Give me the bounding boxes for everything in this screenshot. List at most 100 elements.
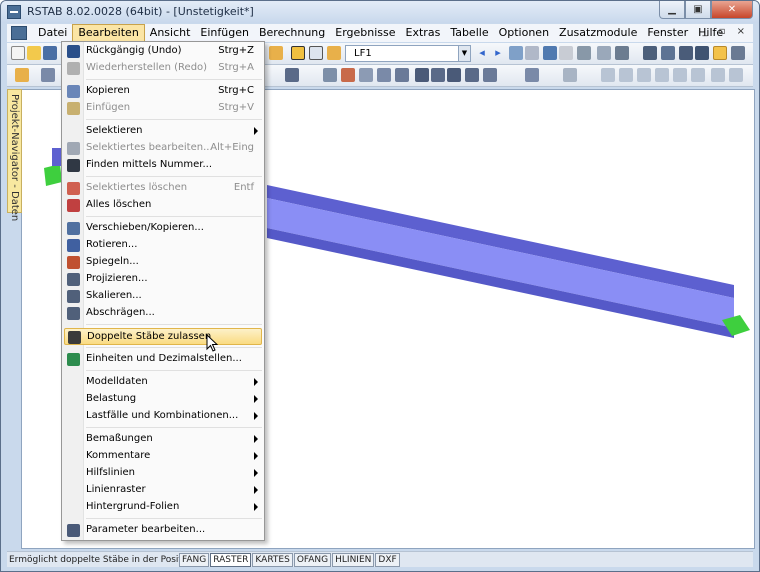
next-icon[interactable]: ▸ — [491, 46, 505, 60]
menu-item-kopieren[interactable]: Kopieren Strg+C — [64, 83, 262, 100]
load-icon-2[interactable] — [341, 68, 355, 82]
menu-berechnung[interactable]: Berechnung — [254, 24, 330, 42]
status-fang-button[interactable]: FANG — [179, 552, 210, 567]
result-vz-icon[interactable] — [637, 68, 651, 82]
prev-icon[interactable]: ◂ — [475, 46, 489, 60]
load-icon-1[interactable] — [323, 68, 337, 82]
toolbar-icon-a[interactable] — [269, 46, 283, 60]
menu-ansicht[interactable]: Ansicht — [145, 24, 196, 42]
menu-item-label: Rotieren... — [86, 239, 138, 250]
new-icon[interactable] — [11, 46, 25, 60]
open-icon[interactable] — [27, 46, 41, 60]
menu-item-linienraster[interactable]: Linienraster — [64, 482, 262, 499]
select-icon[interactable] — [15, 68, 29, 82]
menu-item-doppelte-stäbe-zulassen[interactable]: Doppelte Stäbe zulassen — [64, 328, 262, 345]
iso-icon[interactable] — [615, 46, 629, 60]
result-vy-icon[interactable] — [619, 68, 633, 82]
rstab-app-icon[interactable] — [7, 5, 21, 19]
load-icon-3[interactable] — [359, 68, 373, 82]
menu-item-finden-mittels-nummer[interactable]: Finden mittels Nummer... — [64, 157, 262, 174]
menu-datei[interactable]: Datei — [33, 24, 72, 42]
menu-extras[interactable]: Extras — [401, 24, 446, 42]
menu-item-rückgängig-undo[interactable]: Rückgängig (Undo) Strg+Z — [64, 43, 262, 60]
menu-fenster[interactable]: Fenster — [642, 24, 693, 42]
toolbar-icon-c[interactable] — [309, 46, 323, 60]
pan-icon[interactable] — [695, 46, 709, 60]
menu-item-parameter-bearbeiten[interactable]: Parameter bearbeiten... — [64, 522, 262, 539]
menu-item-projizieren[interactable]: Projizieren... — [64, 271, 262, 288]
support-left-icon[interactable] — [44, 164, 62, 186]
view-icon[interactable] — [543, 46, 557, 60]
toolbar-icon-b[interactable] — [291, 46, 305, 60]
display-icon[interactable] — [731, 46, 745, 60]
document-icon[interactable] — [11, 26, 27, 40]
menu-item-hintergrund-folien[interactable]: Hintergrund-Folien — [64, 499, 262, 516]
status-ofang-button[interactable]: OFANG — [293, 552, 332, 567]
menu-item-bemaßungen[interactable]: Bemaßungen — [64, 431, 262, 448]
support-icon[interactable] — [285, 68, 299, 82]
toolbar-icon-d[interactable] — [327, 46, 341, 60]
node-icon[interactable] — [41, 68, 55, 82]
menu-item-modelldaten[interactable]: Modelldaten — [64, 374, 262, 391]
menu-bearbeiten[interactable]: Bearbeiten — [72, 24, 145, 42]
ruler-icon[interactable] — [563, 68, 577, 82]
minimize-icon[interactable]: ▁ — [659, 1, 685, 19]
table-icon[interactable] — [577, 46, 591, 60]
status-kartes-button[interactable]: KARTES — [252, 552, 293, 567]
menu-item-skalieren[interactable]: Skalieren... — [64, 288, 262, 305]
menu-item-verschieben-kopieren[interactable]: Verschieben/Kopieren... — [64, 220, 262, 237]
chevron-down-icon[interactable]: ▼ — [458, 46, 470, 61]
member-icon[interactable] — [525, 46, 539, 60]
rotate-view-icon[interactable] — [679, 46, 693, 60]
xyz-icon[interactable] — [597, 46, 611, 60]
mdi-controls[interactable]: _ ▫ × — [702, 26, 749, 37]
moment-icon-y[interactable] — [483, 68, 497, 82]
moment-icon-x[interactable] — [465, 68, 479, 82]
menu-einfuegen[interactable]: Einfügen — [195, 24, 254, 42]
grid-icon[interactable] — [559, 46, 573, 60]
menu-item-einheiten-und-dezimalstellen[interactable]: Einheiten und Dezimalstellen... — [64, 351, 262, 368]
render-icon[interactable] — [643, 46, 657, 60]
status-dxf-button[interactable]: DXF — [375, 552, 400, 567]
menu-zusatzmodule[interactable]: Zusatzmodule — [554, 24, 642, 42]
force-icon-y[interactable] — [431, 68, 445, 82]
status-raster-button[interactable]: RASTER — [210, 552, 252, 567]
result-mt-icon[interactable] — [655, 68, 669, 82]
menu-item-spiegeln[interactable]: Spiegeln... — [64, 254, 262, 271]
menu-item-label: Spiegeln... — [86, 256, 139, 267]
zoom-icon[interactable] — [661, 46, 675, 60]
bearbeiten-menu: Rückgängig (Undo) Strg+Z Wiederherstellen … — [61, 41, 265, 541]
menu-item-alles-löschen[interactable]: Alles löschen — [64, 197, 262, 214]
result-n-icon[interactable] — [601, 68, 615, 82]
menu-optionen[interactable]: Optionen — [494, 24, 554, 42]
results-icon[interactable] — [509, 46, 523, 60]
load-icon-5[interactable] — [395, 68, 409, 82]
menu-item-belastung[interactable]: Belastung — [64, 391, 262, 408]
result-py-icon[interactable] — [729, 68, 743, 82]
status-hlinien-button[interactable]: HLINIEN — [332, 552, 375, 567]
beam-web — [267, 198, 734, 328]
title-bar: RSTAB 8.02.0028 (64bit) - [Unstetigkeit*… — [1, 1, 759, 23]
force-icon-x[interactable] — [415, 68, 429, 82]
result-my-icon[interactable] — [673, 68, 687, 82]
maximize-icon[interactable]: ▣ — [685, 1, 711, 19]
units-icon — [67, 353, 80, 366]
filter-icon[interactable] — [525, 68, 539, 82]
menu-item-hilfslinien[interactable]: Hilfslinien — [64, 465, 262, 482]
menu-item-selektieren[interactable]: Selektieren — [64, 123, 262, 140]
menu-item-rotieren[interactable]: Rotieren... — [64, 237, 262, 254]
project-navigator-tab[interactable]: Projekt-Navigator - Daten — [7, 89, 22, 221]
save-icon[interactable] — [43, 46, 57, 60]
load-case-select[interactable]: LF1 ▼ — [345, 45, 471, 62]
close-icon[interactable]: ✕ — [711, 1, 753, 19]
force-icon-z[interactable] — [447, 68, 461, 82]
result-mz-icon[interactable] — [691, 68, 705, 82]
highlight-tool-icon[interactable] — [713, 46, 727, 60]
menu-ergebnisse[interactable]: Ergebnisse — [330, 24, 400, 42]
menu-item-lastfälle-und-kombinationen[interactable]: Lastfälle und Kombinationen... — [64, 408, 262, 425]
result-px-icon[interactable] — [711, 68, 725, 82]
load-icon-4[interactable] — [377, 68, 391, 82]
menu-item-kommentare[interactable]: Kommentare — [64, 448, 262, 465]
menu-item-abschrägen[interactable]: Abschrägen... — [64, 305, 262, 322]
menu-tabelle[interactable]: Tabelle — [445, 24, 493, 42]
